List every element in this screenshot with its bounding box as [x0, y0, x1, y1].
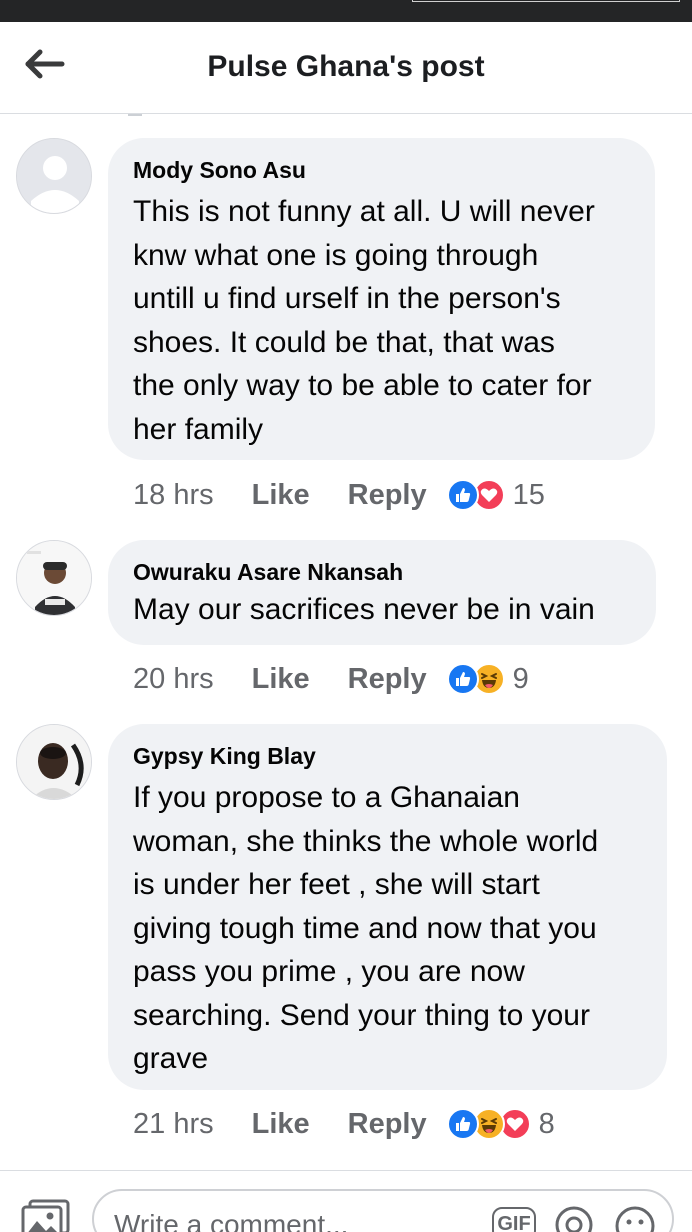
like-reaction-icon	[446, 479, 479, 511]
comment-actions: 20 hrs Like Reply 9	[133, 657, 529, 701]
status-bar	[0, 0, 692, 22]
like-button[interactable]: Like	[252, 663, 310, 696]
page-title: Pulse Ghana's post	[0, 50, 692, 84]
emoji-button[interactable]	[614, 1205, 656, 1232]
comment-bubble[interactable]: Gypsy King Blay If you propose to a Ghan…	[108, 724, 667, 1090]
comment-bubble[interactable]: Owuraku Asare Nkansah May our sacrifices…	[108, 540, 656, 645]
reaction-count: 15	[512, 478, 545, 511]
comment-author[interactable]: Owuraku Asare Nkansah	[133, 558, 630, 586]
like-button[interactable]: Like	[252, 1108, 310, 1141]
like-reaction-icon	[446, 1108, 479, 1140]
reaction-count: 8	[538, 1107, 555, 1140]
at-sign-icon	[555, 1206, 593, 1232]
photo-icon	[21, 1199, 70, 1232]
profile-photo	[17, 725, 91, 799]
reply-button[interactable]: Reply	[348, 479, 427, 512]
comment-input-placeholder: Write a comment...	[114, 1209, 349, 1232]
reaction-summary[interactable]: 15	[446, 478, 545, 512]
comment-time[interactable]: 21 hrs	[133, 1108, 214, 1141]
avatar[interactable]	[16, 724, 92, 800]
avatar[interactable]	[16, 138, 92, 214]
reaction-count: 9	[512, 662, 529, 695]
comment-bubble[interactable]: Mody Sono Asu This is not funny at all. …	[108, 138, 655, 460]
profile-photo	[17, 541, 91, 615]
like-reaction-icon	[446, 663, 479, 695]
comment-author[interactable]: Mody Sono Asu	[133, 156, 629, 184]
smiley-icon	[615, 1206, 655, 1232]
comment-actions: 18 hrs Like Reply 15	[133, 473, 545, 517]
reply-button[interactable]: Reply	[348, 663, 427, 696]
comment-author[interactable]: Gypsy King Blay	[133, 742, 641, 770]
comment-text: This is not funny at all. U will never k…	[133, 195, 595, 446]
comment-composer: Write a comment... GIF	[0, 1170, 692, 1232]
default-avatar-icon	[17, 139, 91, 213]
comment-text: If you propose to a Ghanaian woman, she …	[133, 781, 599, 1075]
status-bar-field	[412, 0, 680, 2]
page-title-text: Pulse Ghana's post	[207, 50, 485, 83]
comment-actions: 21 hrs Like Reply 8	[133, 1102, 555, 1146]
comment-time[interactable]: 20 hrs	[133, 663, 214, 696]
mention-button[interactable]	[554, 1205, 594, 1232]
reaction-summary[interactable]: 9	[446, 662, 529, 696]
avatar[interactable]	[16, 540, 92, 616]
reply-button[interactable]: Reply	[348, 1108, 427, 1141]
comment-time[interactable]: 18 hrs	[133, 479, 214, 512]
previous-comment-edge	[128, 114, 142, 116]
like-button[interactable]: Like	[252, 479, 310, 512]
reaction-summary[interactable]: 8	[446, 1107, 555, 1141]
comment-input[interactable]: Write a comment... GIF	[92, 1189, 674, 1232]
gif-button[interactable]: GIF	[492, 1207, 536, 1232]
comment-text: May our sacrifices never be in vain	[133, 593, 595, 626]
post-header: Pulse Ghana's post	[0, 22, 692, 114]
photo-button[interactable]	[20, 1199, 72, 1232]
